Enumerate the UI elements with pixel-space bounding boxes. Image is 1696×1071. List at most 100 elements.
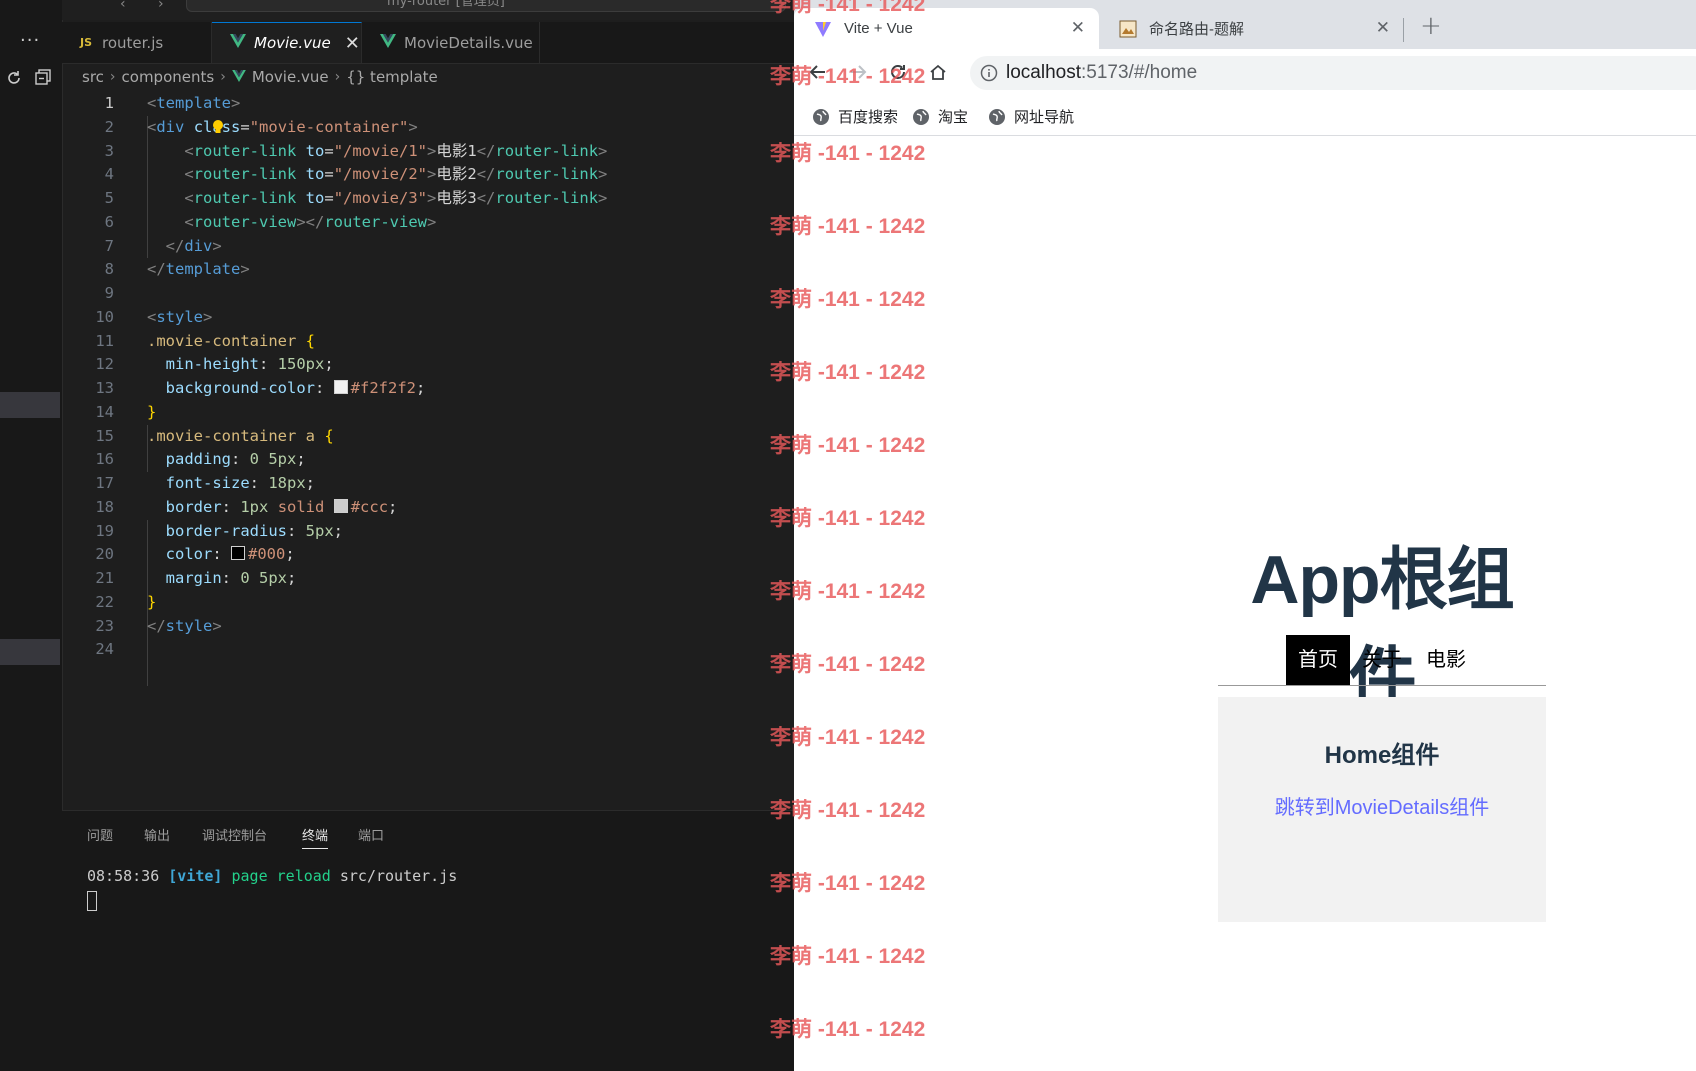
line-number: 7	[104, 236, 114, 255]
browser-tab-label: Vite + Vue	[844, 20, 913, 37]
watermark: 李萌 -141 - 1242	[770, 215, 926, 238]
line-number: 10	[95, 307, 114, 326]
code-line: 3 <router-link to="/movie/1">电影1</router…	[62, 140, 794, 164]
code-token: template	[165, 260, 241, 279]
code-token: router-link	[495, 141, 599, 160]
movie-details-link[interactable]: 跳转到MovieDetails组件	[1218, 791, 1546, 820]
chevron-right-icon: ›	[334, 69, 341, 85]
terminal-tag: [vite]	[168, 867, 223, 885]
line-number: 24	[95, 640, 114, 659]
browser-tab-named-routes[interactable]: 命名路由-题解 ✕	[1099, 8, 1404, 49]
code-token: router-view	[324, 212, 427, 231]
js-file-icon: JS	[80, 36, 93, 49]
code-token: 0 5px	[249, 450, 297, 469]
page-content: App根组件 首页 关于 电影 Home组件 跳转到MovieDetails组件	[794, 136, 1696, 1071]
code-line: 11 .movie-container {	[62, 330, 794, 354]
panel-tab-debug-console[interactable]: 调试控制台	[202, 825, 267, 848]
code-token: 18px	[268, 474, 306, 492]
breadcrumb: src › components › Movie.vue › {} templa…	[82, 68, 438, 86]
line-number: 14	[95, 402, 114, 421]
code-token: #f2f2f2	[350, 379, 416, 397]
new-tab-icon[interactable]: +	[1420, 11, 1442, 41]
panel-tab-problems[interactable]: 问题	[87, 825, 113, 848]
address-bar[interactable]: localhost:5173/#/home	[970, 56, 1696, 90]
watermark: 李萌 -141 - 1242	[770, 653, 926, 676]
code-line: 20 color: #000;	[62, 543, 794, 567]
page-title: App根组件	[1250, 542, 1514, 717]
tab-router-js[interactable]: JS router.js	[62, 22, 212, 63]
tab-moviedetails-vue[interactable]: MovieDetails.vue	[362, 22, 540, 63]
panel-tab-terminal[interactable]: 终端	[302, 825, 329, 849]
watermark: 李萌 -141 - 1242	[770, 1018, 926, 1041]
vue-file-icon	[230, 34, 246, 52]
code-token: style	[165, 616, 213, 635]
bookmark-item[interactable]: 网址导航	[988, 106, 1074, 127]
nav-link-home[interactable]: 首页	[1286, 635, 1350, 685]
more-actions-icon[interactable]: ···	[20, 30, 40, 51]
code-line: 21 margin: 0 5px;	[62, 567, 794, 591]
code-line: 14}	[62, 401, 794, 425]
code-token: #000	[248, 545, 286, 564]
close-tab-icon[interactable]: ✕	[1071, 18, 1085, 38]
terminal-time: 08:58:36	[87, 867, 160, 885]
code-token: border	[165, 497, 222, 516]
home-component: Home组件 跳转到MovieDetails组件	[1218, 697, 1546, 922]
terminal-output[interactable]: 08:58:36 [vite] page reload src/router.j…	[87, 867, 457, 885]
code-line: 9	[62, 282, 794, 306]
code-line: 16 padding: 0 5px;	[62, 448, 794, 472]
color-swatch[interactable]	[333, 498, 348, 513]
back-arrow-icon[interactable]: ‹	[120, 0, 126, 12]
nav-link-movie[interactable]: 电影	[1414, 635, 1478, 685]
tab-movie-vue[interactable]: Movie.vue ✕	[212, 22, 362, 63]
globe-icon	[812, 108, 830, 126]
color-swatch[interactable]	[231, 546, 246, 561]
command-center-label: my-router [管理员]	[387, 0, 505, 9]
breadcrumb-item[interactable]: Movie.vue	[252, 68, 329, 86]
code-token: style	[156, 307, 204, 326]
watermark: 李萌 -141 - 1242	[770, 872, 926, 895]
code-token: .movie-container a	[147, 426, 315, 445]
code-token: "/movie/2"	[333, 165, 428, 184]
code-token: router-link	[495, 189, 599, 207]
code-token: margin	[165, 569, 222, 587]
code-token: 5px	[305, 521, 334, 540]
activity-bar: ···	[0, 0, 63, 1071]
refresh-icon[interactable]	[4, 68, 24, 92]
nav-link-about[interactable]: 关于	[1350, 635, 1414, 685]
code-token: font-size	[165, 474, 250, 492]
close-tab-icon[interactable]: ✕	[1376, 18, 1390, 38]
line-number: 8	[104, 260, 114, 279]
command-center[interactable]: my-router [管理员]	[186, 0, 786, 12]
url-path: :5173/#/home	[1081, 62, 1198, 83]
info-icon[interactable]	[980, 64, 998, 86]
code-area[interactable]: 1<template> 2<div class="movie-container…	[62, 92, 794, 686]
home-heading: Home组件	[1324, 742, 1440, 769]
watermark: 李萌 -141 - 1242	[770, 65, 926, 88]
breadcrumb-item[interactable]: components	[122, 68, 215, 86]
watermark: 李萌 -141 - 1242	[770, 142, 926, 165]
code-token: router-link	[193, 141, 297, 160]
vue-file-icon	[231, 68, 246, 86]
line-number: 11	[95, 331, 114, 350]
browser-tab-label: 命名路由-题解	[1149, 21, 1244, 38]
globe-icon	[988, 108, 1006, 126]
bookmark-item[interactable]: 百度搜索	[812, 106, 898, 127]
code-token: div	[156, 117, 185, 136]
code-token: router-link	[193, 165, 297, 184]
line-number: 20	[95, 545, 114, 564]
color-swatch[interactable]	[333, 380, 348, 394]
close-tab-icon[interactable]: ✕	[345, 33, 360, 54]
code-token: min-height	[165, 355, 259, 374]
home-icon[interactable]	[928, 62, 948, 86]
code-line: 10 <style>	[62, 306, 794, 330]
collapse-all-icon[interactable]	[34, 68, 52, 90]
forward-arrow-icon[interactable]: ›	[158, 0, 164, 12]
breadcrumb-item[interactable]: {} template	[346, 68, 438, 86]
panel-tab-ports[interactable]: 端口	[358, 825, 384, 848]
bookmark-item[interactable]: 淘宝	[912, 106, 968, 127]
panel-tab-output[interactable]: 输出	[144, 825, 170, 848]
breadcrumb-item[interactable]: src	[82, 68, 104, 86]
code-token: padding	[165, 450, 231, 469]
watermark: 李萌 -141 - 1242	[770, 507, 926, 530]
code-token: #ccc	[350, 497, 389, 516]
